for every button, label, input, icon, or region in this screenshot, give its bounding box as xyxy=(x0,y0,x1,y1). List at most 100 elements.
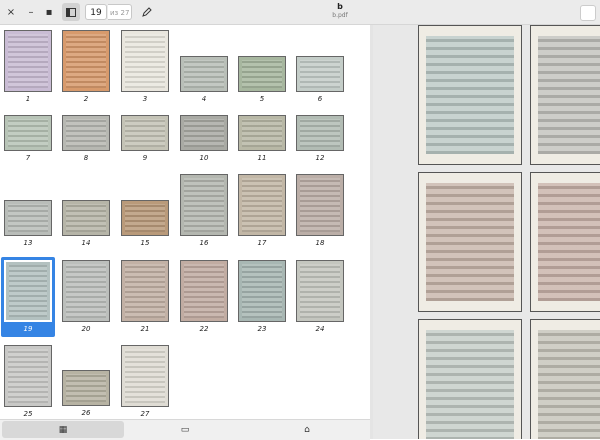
tab-thumbnails[interactable]: ▦ xyxy=(2,421,124,438)
close-icon[interactable]: × xyxy=(4,3,18,21)
page-illustration xyxy=(426,183,514,301)
thumbnail-pattern xyxy=(8,119,48,147)
thumbnail-pattern xyxy=(66,34,106,88)
page-number-label: 3 xyxy=(142,95,148,103)
page-thumbnail[interactable] xyxy=(121,200,169,236)
page-number-label: 18 xyxy=(315,239,325,247)
minimize-icon[interactable]: – xyxy=(24,3,38,21)
page-illustration xyxy=(538,330,600,439)
thumbnail-pattern xyxy=(300,119,340,147)
page-number-label: 4 xyxy=(201,95,207,103)
document-page xyxy=(530,25,600,165)
comment-icon: ▭ xyxy=(180,424,190,435)
bookmark-icon: ⌂ xyxy=(304,424,310,435)
thumbnail-pattern xyxy=(66,119,106,147)
page-thumbnail[interactable] xyxy=(180,115,228,151)
sidebar-icon xyxy=(66,7,76,17)
thumbnail-pattern xyxy=(125,264,165,318)
document-page xyxy=(418,25,522,165)
page-thumbnail[interactable] xyxy=(296,115,344,151)
page-thumbnail[interactable] xyxy=(238,115,286,151)
page-number-label: 9 xyxy=(142,154,148,162)
search-field[interactable] xyxy=(580,5,596,21)
page-thumbnail[interactable] xyxy=(2,258,54,324)
page-thumbnail[interactable] xyxy=(296,56,344,92)
page-thumbnail[interactable] xyxy=(4,30,52,92)
page-number-label: 2 xyxy=(83,95,89,103)
page-illustration xyxy=(426,330,514,439)
page-number-label: 10 xyxy=(199,154,209,162)
page-number-label: 27 xyxy=(140,410,150,418)
page-number-label: 1 xyxy=(25,95,31,103)
page-number-label: 23 xyxy=(257,325,267,333)
thumbnail-pattern xyxy=(300,264,340,318)
annotate-button[interactable] xyxy=(138,3,156,21)
page-thumbnail[interactable] xyxy=(238,260,286,322)
page-thumbnail[interactable] xyxy=(121,260,169,322)
page-number-label: 11 xyxy=(257,154,267,162)
page-number-label: 15 xyxy=(140,239,150,247)
document-page xyxy=(530,172,600,312)
page-number-label: 20 xyxy=(81,325,91,333)
thumbnail-pattern xyxy=(125,34,165,88)
page-thumbnail[interactable] xyxy=(4,345,52,407)
thumbnail-pattern xyxy=(66,204,106,232)
page-thumbnail[interactable] xyxy=(238,174,286,236)
page-number-label: 12 xyxy=(315,154,325,162)
page-number-label: 19 xyxy=(23,325,33,333)
page-illustration xyxy=(426,36,514,154)
page-thumbnail[interactable] xyxy=(296,174,344,236)
pencil-icon xyxy=(142,7,152,17)
thumbnail-pattern xyxy=(184,264,224,318)
page-thumbnail[interactable] xyxy=(62,200,110,236)
thumbnail-pattern xyxy=(242,178,282,232)
grid-icon: ▦ xyxy=(58,424,68,435)
page-number-label: 22 xyxy=(199,325,209,333)
page-thumbnail[interactable] xyxy=(180,56,228,92)
page-total-label: из 27 xyxy=(108,4,132,20)
document-view[interactable] xyxy=(373,25,600,439)
page-thumbnail[interactable] xyxy=(121,115,169,151)
page-thumbnail[interactable] xyxy=(4,200,52,236)
page-number-label: 7 xyxy=(25,154,31,162)
page-thumbnail[interactable] xyxy=(121,30,169,92)
thumbnail-pattern xyxy=(184,60,224,88)
thumbnail-sidebar: 1 2 3 4 5 6 7 8 9 10 11 12 13 14 15 16 17 18 19 20 21 22 23 24 2… xyxy=(0,25,370,439)
page-thumbnail[interactable] xyxy=(62,30,110,92)
thumbnail-pattern xyxy=(66,264,106,318)
page-number-label: 25 xyxy=(23,410,33,418)
thumbnail-pattern xyxy=(8,349,48,403)
page-thumbnail[interactable] xyxy=(62,260,110,322)
page-illustration xyxy=(538,183,600,301)
thumbnail-pattern xyxy=(8,204,48,232)
page-thumbnail[interactable] xyxy=(238,56,286,92)
thumbnail-pattern xyxy=(300,178,340,232)
tab-bookmarks[interactable]: ⌂ xyxy=(246,421,368,438)
page-number-label: 8 xyxy=(83,154,89,162)
page-thumbnail[interactable] xyxy=(62,370,110,406)
maximize-icon[interactable]: ▪ xyxy=(42,3,56,21)
thumbnail-pattern xyxy=(125,349,165,403)
page-thumbnail[interactable] xyxy=(121,345,169,407)
page-number-label: 26 xyxy=(81,409,91,417)
thumbnail-pattern xyxy=(125,204,165,232)
document-filename: b.pdf xyxy=(332,12,348,19)
page-number-label: 5 xyxy=(259,95,265,103)
thumbnail-pattern xyxy=(184,178,224,232)
thumbnail-pattern xyxy=(66,374,106,402)
thumbnail-pattern xyxy=(184,119,224,147)
page-number-label: 16 xyxy=(199,239,209,247)
tab-annotations[interactable]: ▭ xyxy=(124,421,246,438)
sidebar-toggle-button[interactable] xyxy=(62,3,80,21)
page-number-label: 14 xyxy=(81,239,91,247)
page-thumbnail[interactable] xyxy=(296,260,344,322)
page-illustration xyxy=(538,36,600,154)
page-number-input[interactable]: 19 xyxy=(85,4,107,20)
page-thumbnail[interactable] xyxy=(180,174,228,236)
page-thumbnail[interactable] xyxy=(62,115,110,151)
page-thumbnail[interactable] xyxy=(180,260,228,322)
thumbnail-pattern xyxy=(9,265,47,317)
thumbnail-pattern xyxy=(242,119,282,147)
page-thumbnail[interactable] xyxy=(4,115,52,151)
header-bar: × – ▪ 19 из 27 b b.pdf xyxy=(0,0,600,25)
